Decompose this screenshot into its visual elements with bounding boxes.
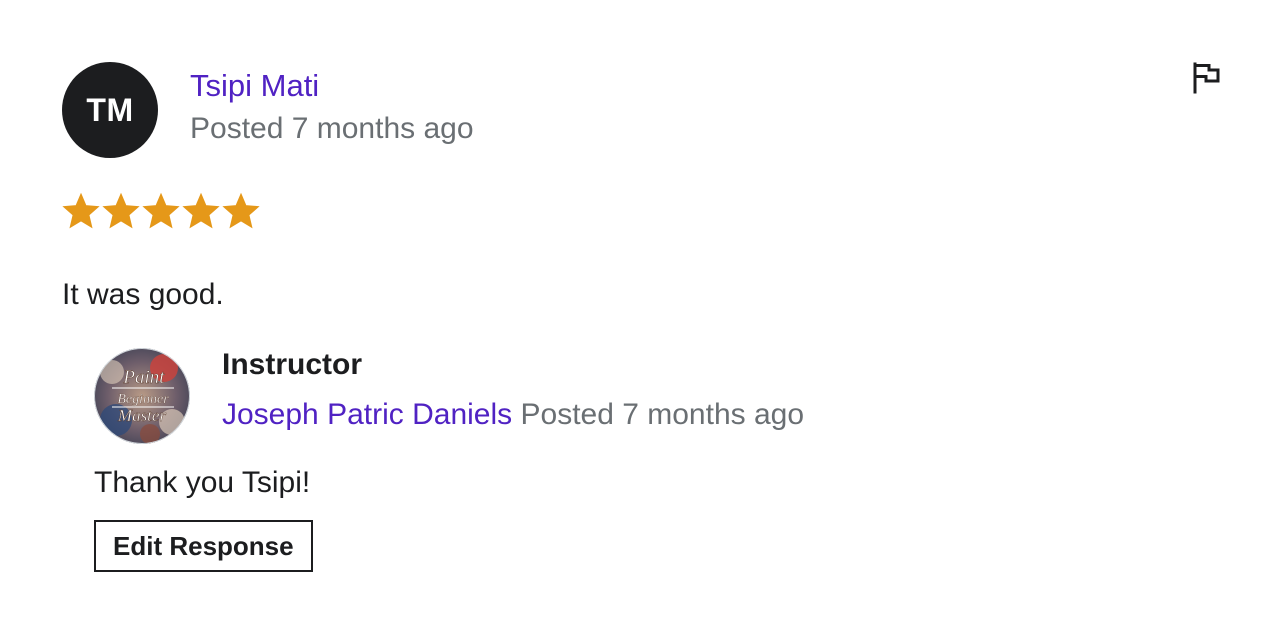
svg-text:Master: Master <box>117 406 167 425</box>
instructor-response: Paint Beginner Master Instructor Joseph … <box>94 348 994 588</box>
review-text: It was good. <box>62 278 224 311</box>
instructor-avatar: Paint Beginner Master <box>94 348 190 444</box>
reviewer-name: Tsipi Mati <box>190 68 320 103</box>
response-posted-time: Posted 7 months ago <box>520 398 805 431</box>
star-icon <box>62 192 100 229</box>
star-rating <box>62 192 260 230</box>
edit-response-button[interactable]: Edit Response <box>94 520 313 572</box>
response-text: Thank you Tsipi! <box>94 466 311 499</box>
review-posted-time: Posted 7 months ago <box>190 112 474 145</box>
instructor-meta: Joseph Patric Daniels Posted 7 months ag… <box>222 398 804 432</box>
report-flag-button[interactable] <box>1192 62 1222 94</box>
svg-text:Beginner: Beginner <box>117 392 169 407</box>
star-icon <box>102 192 140 229</box>
svg-text:Paint: Paint <box>122 367 165 388</box>
reviewer-avatar: TM <box>62 62 158 158</box>
instructor-avatar-image: Paint Beginner Master <box>94 348 190 444</box>
instructor-name-link[interactable]: Joseph Patric Daniels <box>222 398 512 431</box>
instructor-role-label: Instructor <box>222 348 363 381</box>
reviewer-initials: TM <box>86 91 134 128</box>
star-icon <box>182 192 220 229</box>
star-icon <box>222 192 260 229</box>
flag-icon <box>1193 62 1220 94</box>
star-icon <box>142 192 180 229</box>
